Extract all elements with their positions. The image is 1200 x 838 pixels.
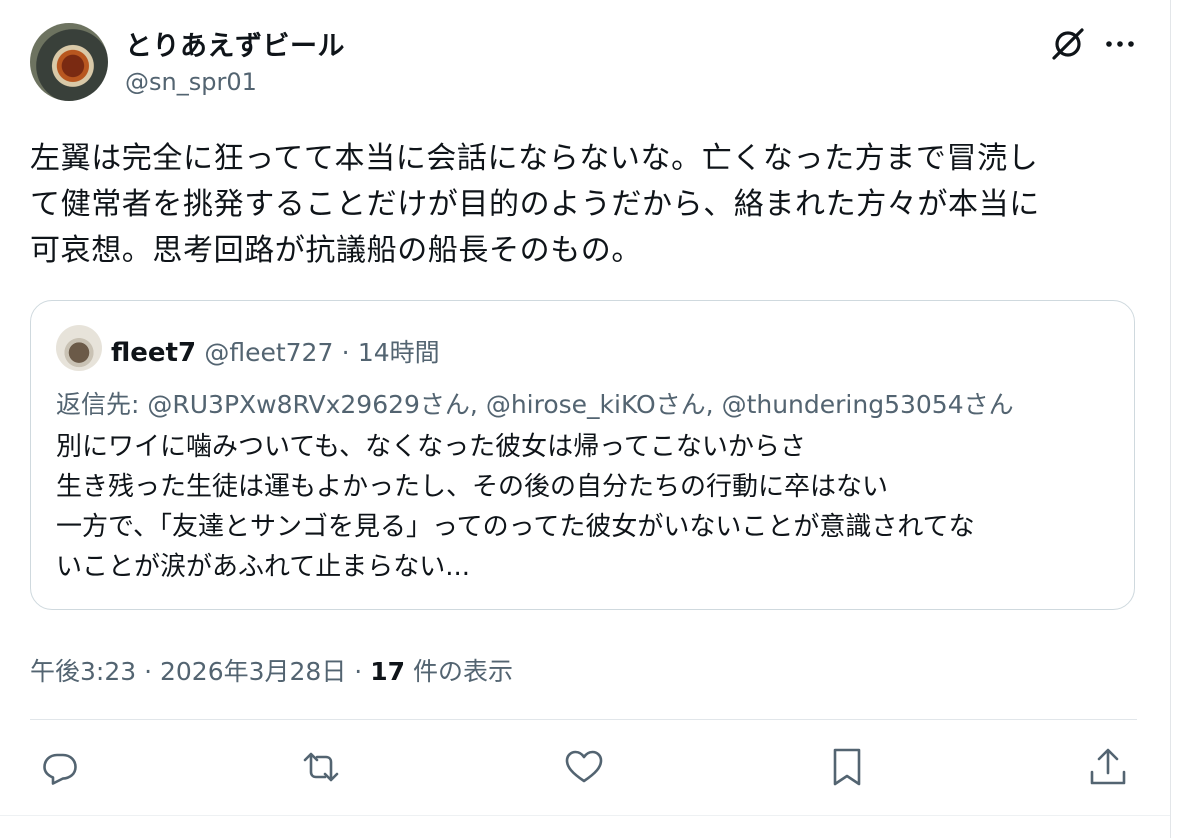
view-count: 17 bbox=[370, 657, 405, 686]
quoted-author-avatar bbox=[56, 325, 102, 371]
quoted-separator: · bbox=[341, 338, 350, 367]
author-avatar[interactable] bbox=[30, 23, 108, 101]
divider bbox=[30, 719, 1137, 720]
repost-icon bbox=[303, 752, 339, 782]
quoted-author-name: fleet7 bbox=[111, 338, 197, 368]
quoted-text-line: いことが涙があふれて止まらない... bbox=[56, 552, 471, 582]
quoted-text-line: 一方で、「友達とサンゴを見る」ってのってた彼女がいないことが意識されてな bbox=[56, 512, 975, 542]
heart-icon bbox=[565, 750, 603, 783]
author-handle[interactable]: @sn_spr01 bbox=[125, 68, 257, 96]
quoted-author-handle: @fleet727 bbox=[204, 338, 334, 367]
meta-separator: · bbox=[354, 657, 363, 686]
share-icon bbox=[1090, 748, 1126, 785]
quoted-time: 14時間 bbox=[357, 338, 440, 367]
quoted-text-line: 別にワイに噛みついても、なくなった彼女は帰ってこないからさ bbox=[56, 432, 806, 462]
bottom-divider bbox=[0, 815, 1170, 816]
meta-separator: · bbox=[144, 657, 153, 686]
post-text: 左翼は完全に狂ってて本当に会話にならないな。亡くなった方まで冒涜し て健常者を挑… bbox=[30, 136, 1145, 274]
post-date[interactable]: 2026年3月28日 bbox=[160, 657, 346, 686]
post-time[interactable]: 午後3:23 bbox=[30, 657, 136, 686]
quoted-text-line: 生き残った生徒は運もよかったし、その後の自分たちの行動に卒はない bbox=[56, 472, 889, 502]
reply-icon bbox=[43, 753, 77, 785]
quoted-post-card[interactable]: fleet7 @fleet727 · 14時間 返信先: @RU3PXw8RVx… bbox=[30, 300, 1135, 610]
post-text-line: 左翼は完全に狂ってて本当に会話にならないな。亡くなった方まで冒涜し bbox=[30, 141, 1039, 176]
bookmark-icon bbox=[833, 748, 861, 786]
reply-button[interactable] bbox=[38, 745, 82, 789]
post-meta: 午後3:23 · 2026年3月28日 · 17 件の表示 bbox=[30, 652, 513, 688]
grok-icon[interactable] bbox=[1048, 24, 1088, 64]
share-button[interactable] bbox=[1086, 745, 1130, 789]
repost-button[interactable] bbox=[299, 745, 343, 789]
bookmark-button[interactable] bbox=[825, 745, 869, 789]
quoted-post-header: fleet7 @fleet727 · 14時間 bbox=[111, 333, 440, 369]
quoted-reply-to: 返信先: @RU3PXw8RVx29629さん, @hirose_kiKOさん,… bbox=[56, 390, 1014, 419]
post-text-line: て健常者を挑発することだけが目的のようだから、絡まれた方々が本当に bbox=[30, 187, 1040, 222]
quoted-post-text: 別にワイに噛みついても、なくなった彼女は帰ってこないからさ 生き残った生徒は運も… bbox=[56, 427, 1121, 587]
author-display-name[interactable]: とりあえずビール bbox=[125, 24, 345, 63]
more-icon[interactable] bbox=[1100, 24, 1140, 64]
post-text-line: 可哀想。思考回路が抗議船の船長そのもの。 bbox=[30, 233, 642, 268]
like-button[interactable] bbox=[562, 745, 606, 789]
view-label: 件の表示 bbox=[412, 657, 513, 686]
column-border bbox=[1170, 0, 1171, 838]
